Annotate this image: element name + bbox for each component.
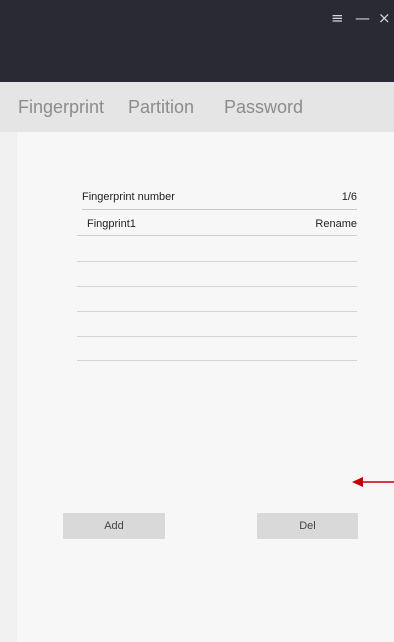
fingerprint-row[interactable]: Fingprint1 Rename [77, 211, 357, 236]
title-bar: ≡ — × [0, 0, 394, 82]
add-button[interactable]: Add [63, 513, 165, 539]
fingerprint-count: 1/6 [341, 191, 357, 203]
left-arrow-icon [352, 477, 394, 487]
tab-password[interactable]: Password [224, 97, 303, 118]
tab-bar: Fingerprint Partition Password [0, 82, 394, 132]
empty-slot-divider [77, 261, 357, 262]
empty-slot-divider [77, 336, 357, 337]
close-icon[interactable]: × [378, 8, 391, 28]
tab-fingerprint[interactable]: Fingerprint [18, 97, 104, 118]
hamburger-menu-icon[interactable]: ≡ [331, 8, 344, 28]
fingerprint-name: Fingprint1 [87, 218, 136, 230]
del-button[interactable]: Del [257, 513, 358, 539]
fingerprint-list-header: Fingerprint number 1/6 [82, 191, 357, 210]
empty-slot-divider [77, 286, 357, 287]
minimize-icon[interactable]: — [355, 8, 370, 28]
empty-slot-divider [77, 360, 357, 361]
rename-button[interactable]: Rename [315, 218, 357, 230]
app-window: ≡ — × Fingerprint Partition Password Fin… [0, 0, 394, 642]
fingerprint-number-label: Fingerprint number [82, 191, 175, 203]
empty-slot-divider [77, 311, 357, 312]
tab-partition[interactable]: Partition [128, 97, 194, 118]
